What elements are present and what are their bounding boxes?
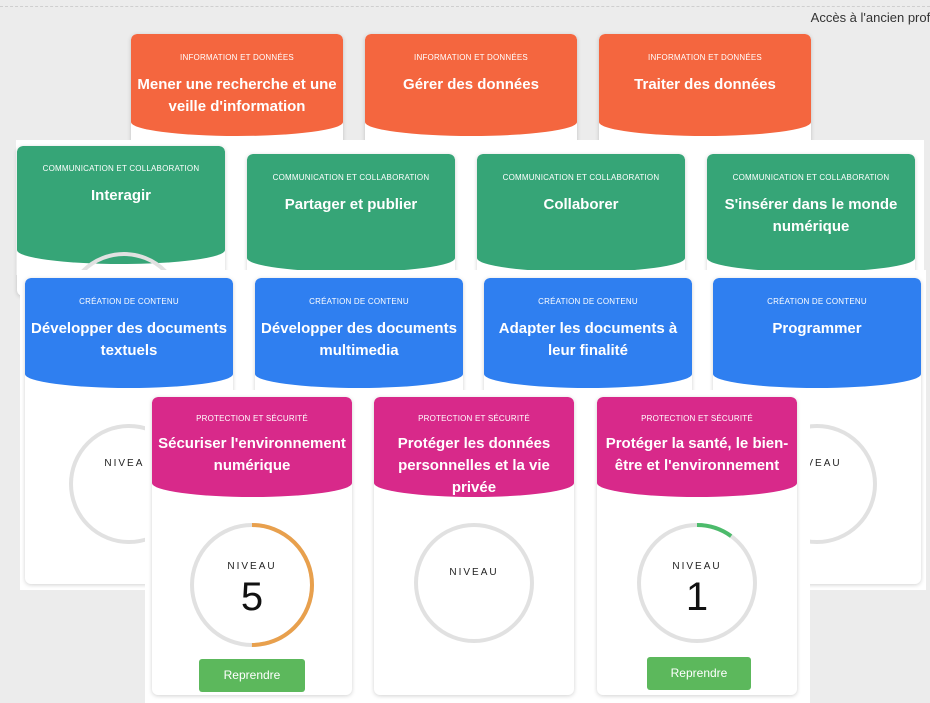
card-title: Adapter les documents à leur finalité <box>498 320 678 359</box>
level-label: NIVEAU <box>449 567 499 578</box>
card-header: PROTECTION ET SÉCURITÉ Protéger les donn… <box>374 397 574 497</box>
card-title: Protéger les données personnelles et la … <box>397 435 551 496</box>
competence-card-sante[interactable]: PROTECTION ET SÉCURITÉ Protéger la santé… <box>597 397 797 695</box>
card-category: PROTECTION ET SÉCURITÉ <box>641 414 753 423</box>
card-title: Mener une recherche et une veille d'info… <box>137 76 337 115</box>
card-header: PROTECTION ET SÉCURITÉ Sécuriser l'envir… <box>152 397 352 497</box>
card-category: PROTECTION ET SÉCURITÉ <box>196 414 308 423</box>
card-title: Développer des documents multimedia <box>261 320 457 359</box>
card-category: CRÉATION DE CONTENU <box>309 297 409 306</box>
level-ring: NIVEAU 1 <box>637 523 757 643</box>
resume-button[interactable]: Reprendre <box>199 659 305 692</box>
competence-card-documents-multimedia[interactable]: CRÉATION DE CONTENU Développer des docum… <box>255 278 463 398</box>
competence-card-securiser[interactable]: PROTECTION ET SÉCURITÉ Sécuriser l'envir… <box>152 397 352 695</box>
card-title: Interagir <box>90 187 151 204</box>
resume-button[interactable]: Reprendre <box>647 657 751 690</box>
card-title: Partager et publier <box>284 196 418 213</box>
card-category: CRÉATION DE CONTENU <box>538 297 638 306</box>
card-title: Programmer <box>772 320 862 337</box>
card-category: COMMUNICATION ET COLLABORATION <box>502 173 660 182</box>
card-title: Protéger la santé, le bien-être et l'env… <box>605 435 789 474</box>
card-title: S'insérer dans le monde numérique <box>724 196 898 235</box>
competence-card-adapter-documents[interactable]: CRÉATION DE CONTENU Adapter les document… <box>484 278 692 398</box>
card-category: COMMUNICATION ET COLLABORATION <box>42 164 200 173</box>
card-category: PROTECTION ET SÉCURITÉ <box>418 414 530 423</box>
level-label: NIVEAU <box>672 561 722 572</box>
competence-card-recherche[interactable]: INFORMATION ET DONNÉES Mener une recherc… <box>131 34 343 154</box>
card-header: INFORMATION ET DONNÉES Gérer des données <box>365 34 577 136</box>
card-category: COMMUNICATION ET COLLABORATION <box>732 173 890 182</box>
card-title: Traiter des données <box>634 76 776 93</box>
card-header: PROTECTION ET SÉCURITÉ Protéger la santé… <box>597 397 797 497</box>
card-header: CRÉATION DE CONTENU Développer des docum… <box>255 278 463 388</box>
card-header: COMMUNICATION ET COLLABORATION S'insérer… <box>707 154 915 272</box>
card-category: INFORMATION ET DONNÉES <box>648 53 762 62</box>
competence-card-traiter-donnees[interactable]: INFORMATION ET DONNÉES Traiter des donné… <box>599 34 811 154</box>
card-header: INFORMATION ET DONNÉES Traiter des donné… <box>599 34 811 136</box>
level-ring: NIVEAU 5 <box>190 523 314 647</box>
card-title: Développer des documents textuels <box>31 320 227 359</box>
card-header: COMMUNICATION ET COLLABORATION Collabore… <box>477 154 685 272</box>
top-divider <box>0 6 930 7</box>
level-value: 5 <box>240 575 264 619</box>
card-header: COMMUNICATION ET COLLABORATION Partager … <box>247 154 455 272</box>
card-header: COMMUNICATION ET COLLABORATION Interagir <box>17 146 225 264</box>
card-title: Collaborer <box>543 196 619 213</box>
card-header: CRÉATION DE CONTENU Développer des docum… <box>25 278 233 388</box>
card-header: CRÉATION DE CONTENU Adapter les document… <box>484 278 692 388</box>
card-category: CRÉATION DE CONTENU <box>79 297 179 306</box>
competence-card-gerer-donnees[interactable]: INFORMATION ET DONNÉES Gérer des données <box>365 34 577 154</box>
level-label: NIVEAU <box>227 561 277 572</box>
card-title: Gérer des données <box>403 76 539 93</box>
card-header: INFORMATION ET DONNÉES Mener une recherc… <box>131 34 343 136</box>
card-category: COMMUNICATION ET COLLABORATION <box>272 173 430 182</box>
card-header: CRÉATION DE CONTENU Programmer <box>713 278 921 388</box>
level-ring: NIVEAU <box>414 523 534 643</box>
card-title: Sécuriser l'environnement numérique <box>158 435 346 474</box>
card-category: INFORMATION ET DONNÉES <box>180 53 294 62</box>
card-category: INFORMATION ET DONNÉES <box>414 53 528 62</box>
old-profile-link[interactable]: Accès à l'ancien profil <box>811 10 930 25</box>
level-value: 1 <box>685 575 709 619</box>
competence-card-donnees-personnelles[interactable]: PROTECTION ET SÉCURITÉ Protéger les donn… <box>374 397 574 695</box>
card-category: CRÉATION DE CONTENU <box>767 297 867 306</box>
